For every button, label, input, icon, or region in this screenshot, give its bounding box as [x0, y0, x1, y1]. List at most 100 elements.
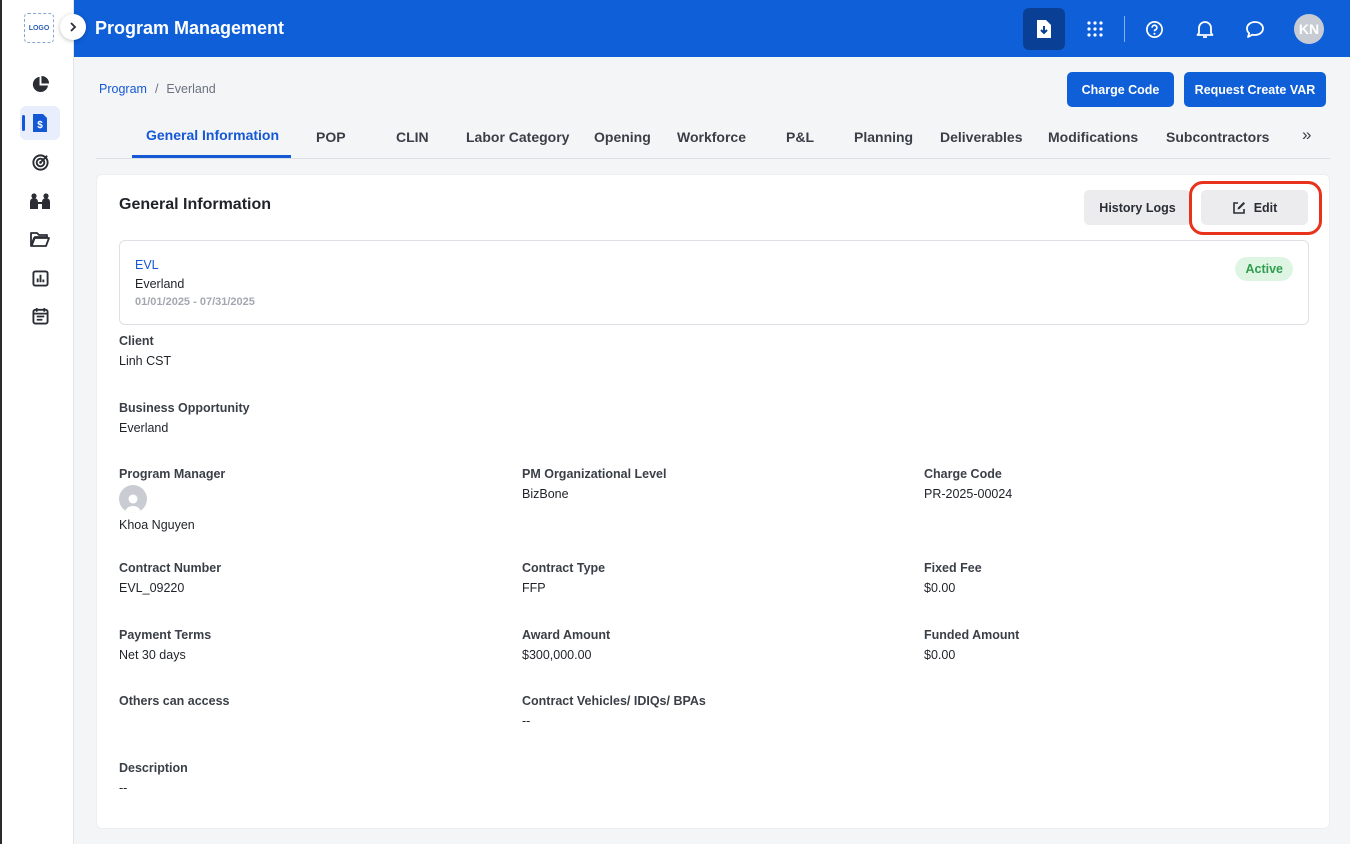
field-client: Client Linh CST — [119, 334, 171, 368]
general-information-card: General Information History Logs Edit EV… — [96, 174, 1330, 829]
sidebar-item-programs[interactable]: $ — [20, 106, 60, 140]
tab-clin[interactable]: CLIN — [396, 129, 429, 145]
sidebar-item-team[interactable] — [20, 184, 60, 218]
bell-icon — [1196, 21, 1214, 38]
field-value: $300,000.00 — [522, 648, 592, 662]
tabs-scroll-right-button[interactable]: » — [1302, 125, 1311, 145]
field-value: Linh CST — [119, 354, 172, 368]
active-tab-indicator — [132, 155, 291, 158]
tab-opening[interactable]: Opening — [594, 129, 651, 145]
breadcrumb-program-link[interactable]: Program — [99, 82, 147, 96]
field-value: Everland — [119, 421, 169, 435]
sidebar-item-reports[interactable] — [20, 261, 60, 295]
user-avatar[interactable]: KN — [1294, 14, 1324, 44]
sidebar-item-goals[interactable] — [20, 145, 60, 179]
help-icon — [1145, 20, 1163, 38]
program-date-range: 01/01/2025 - 07/31/2025 — [135, 296, 255, 308]
report-icon — [31, 269, 49, 287]
field-value: $0.00 — [924, 648, 956, 662]
svg-text:$: $ — [37, 120, 43, 131]
breadcrumb-separator: / — [154, 82, 159, 96]
field-payment-terms: Payment Terms Net 30 days — [119, 628, 211, 662]
card-title: General Information — [119, 196, 272, 213]
field-label: Contract Vehicles/ IDIQs/ BPAs — [522, 694, 706, 708]
request-create-var-button[interactable]: Request Create VAR — [1184, 72, 1326, 107]
chevron-right-icon — [70, 22, 77, 32]
tab-modifications[interactable]: Modifications — [1048, 129, 1138, 145]
contract-dollar-icon: $ — [33, 114, 47, 132]
sidebar-item-documents[interactable] — [20, 222, 60, 256]
field-value: BizBone — [522, 487, 569, 501]
field-label: Program Manager — [119, 467, 226, 481]
download-button[interactable] — [1023, 8, 1065, 50]
app-title: Program Management — [95, 18, 285, 38]
folder-icon — [30, 232, 50, 247]
tab-general-information[interactable]: General Information — [146, 127, 279, 143]
field-contract-number: Contract Number EVL_09220 — [119, 561, 221, 595]
field-label: Description — [119, 761, 188, 775]
history-logs-button[interactable]: History Logs — [1084, 190, 1191, 225]
user-placeholder-icon — [125, 494, 141, 513]
chat-icon — [1246, 20, 1264, 38]
field-value: EVL_09220 — [119, 581, 185, 595]
program-code: EVL — [135, 258, 159, 272]
tab-planning[interactable]: Planning — [854, 129, 913, 145]
download-doc-icon — [1037, 20, 1051, 38]
notifications-button[interactable] — [1184, 8, 1226, 50]
status-badge: Active — [1235, 257, 1293, 281]
field-fixed-fee: Fixed Fee $0.00 — [924, 561, 982, 595]
field-label: Funded Amount — [924, 628, 1020, 642]
apps-button[interactable] — [1074, 8, 1116, 50]
tab-labor-category[interactable]: Labor Category — [466, 129, 569, 145]
field-value: Khoa Nguyen — [119, 518, 195, 532]
field-label: Contract Type — [522, 561, 606, 575]
field-pm-organizational-level: PM Organizational Level BizBone — [522, 467, 666, 501]
field-description: Description -- — [119, 761, 188, 795]
field-contract-type: Contract Type FFP — [522, 561, 605, 595]
field-value: -- — [522, 714, 531, 728]
field-label: Payment Terms — [119, 628, 212, 642]
field-charge-code: Charge Code PR-2025-00024 — [924, 467, 1012, 501]
field-value: Net 30 days — [119, 648, 186, 662]
breadcrumb: Program / Everland — [99, 82, 216, 96]
sidebar-expand-button[interactable] — [60, 14, 86, 40]
field-others-can-access: Others can access — [119, 694, 230, 714]
calendar-icon — [31, 307, 49, 325]
app-logo[interactable]: LOGO — [24, 13, 54, 43]
field-value: $0.00 — [924, 581, 956, 595]
field-label: PM Organizational Level — [522, 467, 667, 481]
field-program-manager: Program Manager Khoa Nguyen — [119, 467, 225, 532]
tab-bar: General Information POP CLIN Labor Categ… — [96, 116, 1330, 159]
help-button[interactable] — [1133, 8, 1175, 50]
tab-subcontractors[interactable]: Subcontractors — [1166, 129, 1269, 145]
field-label: Contract Number — [119, 561, 222, 575]
target-icon — [31, 153, 49, 171]
header-divider — [1124, 16, 1125, 42]
avatar — [119, 485, 147, 513]
team-icon — [30, 193, 50, 209]
program-summary: EVL Everland 01/01/2025 - 07/31/2025 Act… — [119, 240, 1309, 325]
field-value: FFP — [522, 581, 546, 595]
field-label: Business Opportunity — [119, 401, 250, 415]
field-label: Fixed Fee — [924, 561, 982, 575]
field-label: Charge Code — [924, 467, 1002, 481]
field-business-opportunity: Business Opportunity Everland — [119, 401, 250, 435]
sidebar: LOGO $ — [0, 0, 74, 844]
field-label: Award Amount — [522, 628, 611, 642]
pie-chart-icon — [32, 75, 49, 92]
program-name: Everland — [135, 277, 185, 291]
chat-button[interactable] — [1234, 8, 1276, 50]
tab-deliverables[interactable]: Deliverables — [940, 129, 1023, 145]
tab-pl[interactable]: P&L — [786, 129, 814, 145]
breadcrumb-current: Everland — [166, 82, 216, 96]
tab-workforce[interactable]: Workforce — [677, 129, 746, 145]
field-value: -- — [119, 781, 128, 795]
field-contract-vehicles: Contract Vehicles/ IDIQs/ BPAs -- — [522, 694, 706, 728]
tab-pop[interactable]: POP — [316, 129, 346, 145]
field-label: Others can access — [119, 694, 230, 708]
edit-highlight-annotation — [1189, 181, 1322, 235]
sidebar-item-calendar[interactable] — [20, 299, 60, 333]
sidebar-item-dashboard[interactable] — [20, 67, 60, 101]
field-award-amount: Award Amount $300,000.00 — [522, 628, 610, 662]
charge-code-button[interactable]: Charge Code — [1067, 72, 1174, 107]
